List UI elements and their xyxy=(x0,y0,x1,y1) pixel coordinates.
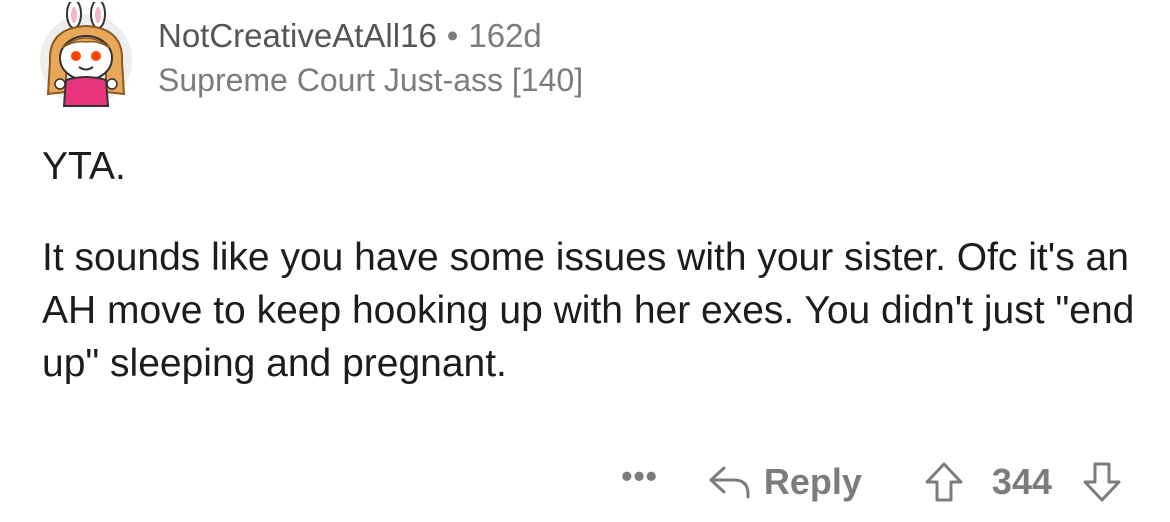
comment-actions: ••• Reply 344 xyxy=(621,452,1122,512)
snoo-avatar-icon xyxy=(40,0,132,107)
avatar[interactable] xyxy=(36,0,136,110)
reply-label: Reply xyxy=(763,461,862,502)
user-flair: Supreme Court Just-ass [140] xyxy=(158,62,584,98)
meta-separator: • xyxy=(446,17,459,54)
author-line: NotCreativeAtAll16 • 162d xyxy=(158,14,583,58)
comment-body: YTA. It sounds like you have some issues… xyxy=(42,140,1142,390)
comment-paragraph: YTA. xyxy=(42,145,126,188)
reply-button[interactable]: Reply xyxy=(708,461,862,503)
username-link[interactable]: NotCreativeAtAll16 xyxy=(158,17,437,54)
comment-header: NotCreativeAtAll16 • 162d Supreme Court Ju… xyxy=(158,14,583,102)
upvote-arrow-icon[interactable] xyxy=(924,461,964,503)
vote-score: 344 xyxy=(991,461,1052,502)
reply-arrow-icon xyxy=(709,466,750,499)
vote-controls: 344 xyxy=(924,461,1122,503)
more-options-button[interactable]: ••• xyxy=(621,460,658,492)
comment-age: 162d xyxy=(468,17,542,54)
comment-paragraph: It sounds like you have some issues with… xyxy=(42,236,1135,385)
downvote-arrow-icon[interactable] xyxy=(1082,461,1122,503)
